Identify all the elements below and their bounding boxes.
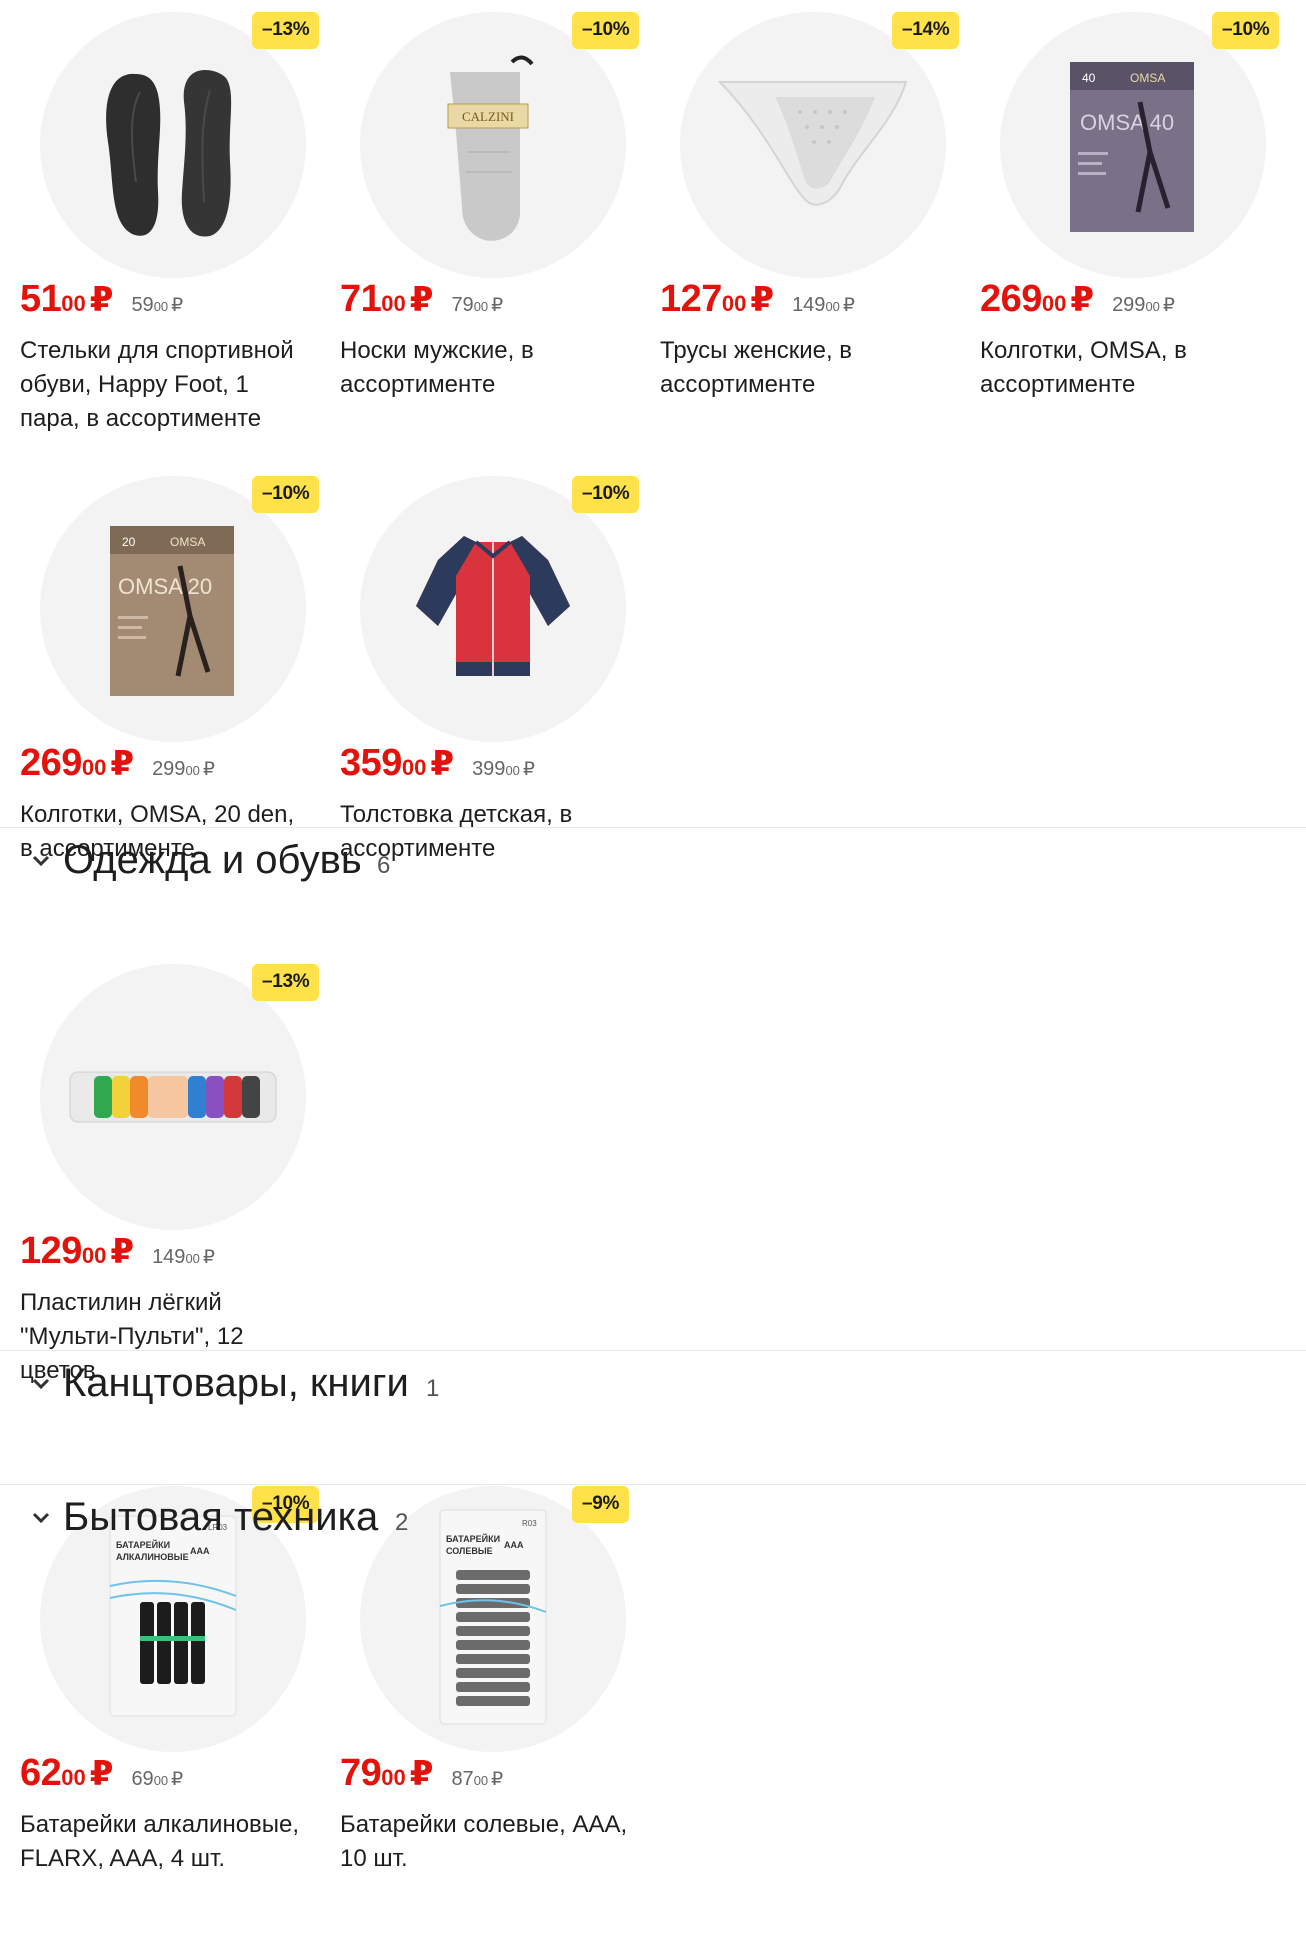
discount-badge: –10% [252, 476, 320, 513]
den-text: 40 [1082, 71, 1096, 85]
underwear-image [717, 81, 908, 206]
discount-badge: –10% [572, 12, 640, 49]
category-count: 2 [395, 1509, 409, 1536]
category-count: 6 [377, 852, 391, 879]
old-price: 8700 ₽ [451, 1768, 504, 1790]
product-title[interactable]: Батарейки алкалиновые, FLARX, AAA, 4 шт. [20, 1808, 312, 1876]
product-image-circle[interactable]: 40 OMSA OMSA 40 [1000, 12, 1266, 278]
discount-badge: –14% [892, 12, 960, 49]
price-block: 5100 ₽ 5900 ₽ [20, 278, 183, 321]
current-price: 12700 ₽ [660, 278, 775, 320]
discount-badge: –13% [252, 964, 320, 1001]
product-title[interactable]: Батарейки солевые, AAA, 10 шт. [340, 1808, 632, 1876]
current-price: 35900 ₽ [340, 742, 455, 784]
price-block: 7100 ₽ 7900 ₽ [340, 278, 503, 321]
category-header-stationery[interactable]: Канцтовары, книги 1 [0, 1350, 1306, 1421]
old-price: 39900 ₽ [472, 758, 535, 780]
old-price: 6900 ₽ [131, 1768, 184, 1790]
old-price: 14900 ₽ [152, 1246, 215, 1268]
product-title[interactable]: Колготки, OMSA, в ассортименте [980, 334, 1272, 402]
product-title[interactable]: Стельки для спортивной обуви, Happy Foot… [20, 334, 312, 436]
category-header-appliances[interactable]: Бытовая техника 2 [0, 1484, 1306, 1555]
product-image-circle[interactable] [40, 12, 306, 278]
sweatshirt-image [416, 536, 570, 676]
product-card[interactable]: –14% 12700 ₽ 14900 ₽ Трусы женские, в ассор… [660, 0, 960, 460]
current-price: 5100 ₽ [20, 278, 114, 320]
discount-badge: –13% [252, 12, 320, 49]
product-title[interactable]: Носки мужские, в ассортименте [340, 334, 632, 402]
category-name: Бытовая техника [63, 1495, 379, 1539]
current-price: 7900 ₽ [340, 1752, 434, 1794]
product-image-circle[interactable] [360, 476, 626, 742]
tights-image: 20 OMSA OMSA 20 [110, 526, 234, 696]
brand-text: CALZINI [462, 109, 514, 124]
product-image-circle[interactable]: CALZINI [360, 12, 626, 278]
product-card[interactable]: 40 OMSA OMSA 40 –10% 26900 ₽ 29900 ₽ Колгот… [980, 0, 1280, 460]
product-label-text: OMSA 40 [1080, 110, 1174, 135]
price-block: 12900 ₽ 14900 ₽ [20, 1230, 215, 1273]
current-price: 7100 ₽ [340, 278, 434, 320]
product-image-circle[interactable]: 20 OMSA OMSA 20 [40, 476, 306, 742]
discount-badge: –10% [1212, 12, 1280, 49]
tights-image: 40 OMSA OMSA 40 [1070, 62, 1194, 232]
product-label-text: OMSA 20 [118, 574, 212, 599]
product-card[interactable]: –13% 12900 ₽14900 ₽ Пластилин лёгкий "Муль… [20, 952, 320, 1412]
chevron-down-icon[interactable] [30, 850, 52, 872]
product-title[interactable]: Трусы женские, в ассортименте [660, 334, 952, 402]
category-header-clothing[interactable]: Одежда и обувь 6 [0, 827, 1306, 898]
old-price: 29900 ₽ [1112, 294, 1175, 316]
category-name: Одежда и обувь [63, 838, 362, 882]
insoles-image [106, 70, 232, 237]
sock-image: CALZINI [447, 55, 534, 241]
current-price: 6200 ₽ [20, 1752, 114, 1794]
current-price: 26900 ₽ [980, 278, 1095, 320]
chevron-down-icon[interactable] [30, 1507, 52, 1529]
discount-badge: –10% [572, 476, 640, 513]
product-image-circle[interactable] [680, 12, 946, 278]
chevron-down-icon[interactable] [30, 1373, 52, 1395]
product-card[interactable]: –13% 5100 ₽ 5900 ₽ Стельки для спортивной о… [20, 0, 320, 460]
price-block: 26900 ₽ 29900 ₽ [20, 742, 215, 785]
price-block: 6200 ₽ 6900 ₽ [20, 1752, 183, 1795]
category-count: 1 [426, 1375, 440, 1402]
product-image-circle[interactable] [40, 964, 306, 1230]
brand-text: OMSA [170, 535, 205, 549]
old-price: 14900 ₽ [792, 294, 855, 316]
old-price: 29900 ₽ [152, 758, 215, 780]
brand-text: OMSA [1130, 71, 1165, 85]
current-price: 12900 ₽ [20, 1230, 135, 1272]
price-block: 26900 ₽ 29900 ₽ [980, 278, 1175, 321]
price-block: 35900 ₽ 39900 ₽ [340, 742, 535, 785]
old-price: 7900 ₽ [451, 294, 504, 316]
price-block: 12700 ₽ 14900 ₽ [660, 278, 855, 321]
category-name: Канцтовары, книги [63, 1361, 409, 1405]
den-text: 20 [122, 535, 136, 549]
current-price: 26900 ₽ [20, 742, 135, 784]
old-price: 5900 ₽ [131, 294, 184, 316]
price-block: 7900 ₽ 8700 ₽ [340, 1752, 503, 1795]
plasticine-image [69, 1071, 277, 1123]
product-card[interactable]: CALZINI –10% 7100 ₽ 7900 ₽ Носки мужские, в… [340, 0, 640, 460]
